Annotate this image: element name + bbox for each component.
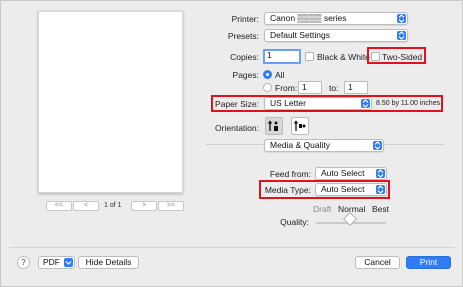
prev-page-button[interactable]: <: [73, 201, 99, 211]
pages-from-radio[interactable]: [263, 83, 272, 92]
print-button[interactable]: Print: [406, 256, 451, 269]
copies-label: Copies:: [230, 52, 259, 62]
portrait-orientation-button[interactable]: [265, 117, 283, 135]
printer-select[interactable]: Canon ▒▒▒▒ series: [264, 12, 408, 25]
page-preview: [38, 11, 183, 193]
feed-from-select[interactable]: Auto Select: [315, 167, 387, 180]
updown-arrows-icon: [373, 141, 382, 150]
presets-select[interactable]: Default Settings: [264, 29, 408, 42]
pages-from-label: From:: [275, 83, 298, 93]
paper-size-label: Paper Size:: [215, 99, 259, 109]
section-select[interactable]: Media & Quality: [264, 139, 384, 152]
printer-value: Canon ▒▒▒▒ series: [270, 13, 347, 23]
last-page-button[interactable]: >>: [158, 201, 184, 211]
updown-arrows-icon: [397, 31, 406, 40]
quality-normal-label: Normal: [338, 204, 366, 214]
next-page-button[interactable]: >: [131, 201, 157, 211]
media-type-label: Media Type:: [264, 185, 311, 195]
paper-size-value: US Letter: [270, 98, 306, 108]
printer-label: Printer:: [231, 14, 259, 24]
first-page-button[interactable]: <<: [46, 201, 72, 211]
media-type-select[interactable]: Auto Select: [315, 183, 387, 196]
chevron-down-icon: [64, 258, 73, 267]
hide-details-button[interactable]: Hide Details: [78, 256, 139, 269]
pdf-menu-button[interactable]: PDF: [38, 256, 75, 269]
pages-to-label: to:: [329, 83, 339, 93]
landscape-icon: [293, 120, 306, 131]
updown-arrows-icon: [361, 99, 370, 108]
portrait-icon: [267, 120, 278, 131]
section-value: Media & Quality: [270, 140, 330, 150]
feed-from-value: Auto Select: [321, 168, 365, 178]
presets-label: Presets:: [227, 31, 259, 41]
feed-from-label: Feed from:: [269, 169, 311, 179]
cancel-button[interactable]: Cancel: [355, 256, 400, 269]
quality-draft-label: Draft: [313, 204, 332, 214]
two-sided-label: Two-Sided: [382, 52, 423, 62]
black-white-checkbox[interactable]: [305, 52, 314, 61]
pages-from-field[interactable]: 1: [298, 81, 322, 94]
landscape-orientation-button[interactable]: [291, 117, 309, 135]
page-indicator: 1 of 1: [104, 202, 122, 209]
footer-divider: [9, 247, 455, 248]
updown-arrows-icon: [376, 169, 385, 178]
pages-label: Pages:: [232, 70, 259, 80]
two-sided-checkbox[interactable]: [371, 52, 380, 61]
quality-label: Quality:: [280, 217, 309, 227]
pages-all-label: All: [275, 70, 285, 80]
copies-field[interactable]: 1: [263, 49, 301, 64]
pages-all-radio[interactable]: [263, 70, 272, 79]
paper-size-select[interactable]: US Letter: [264, 97, 372, 110]
pages-to-field[interactable]: 1: [344, 81, 368, 94]
print-dialog: << < 1 of 1 > >> Printer: Canon ▒▒▒▒ ser…: [0, 0, 463, 287]
media-type-value: Auto Select: [321, 184, 365, 194]
black-white-label: Black & White: [317, 52, 370, 62]
pdf-label: PDF: [43, 257, 60, 267]
paper-dimensions: 8.50 by 11.00 inches: [376, 100, 441, 107]
orientation-label: Orientation:: [215, 123, 259, 133]
quality-best-label: Best: [372, 204, 390, 214]
updown-arrows-icon: [376, 185, 385, 194]
presets-value: Default Settings: [270, 30, 331, 40]
updown-arrows-icon: [397, 14, 406, 23]
help-button[interactable]: ?: [17, 256, 30, 269]
